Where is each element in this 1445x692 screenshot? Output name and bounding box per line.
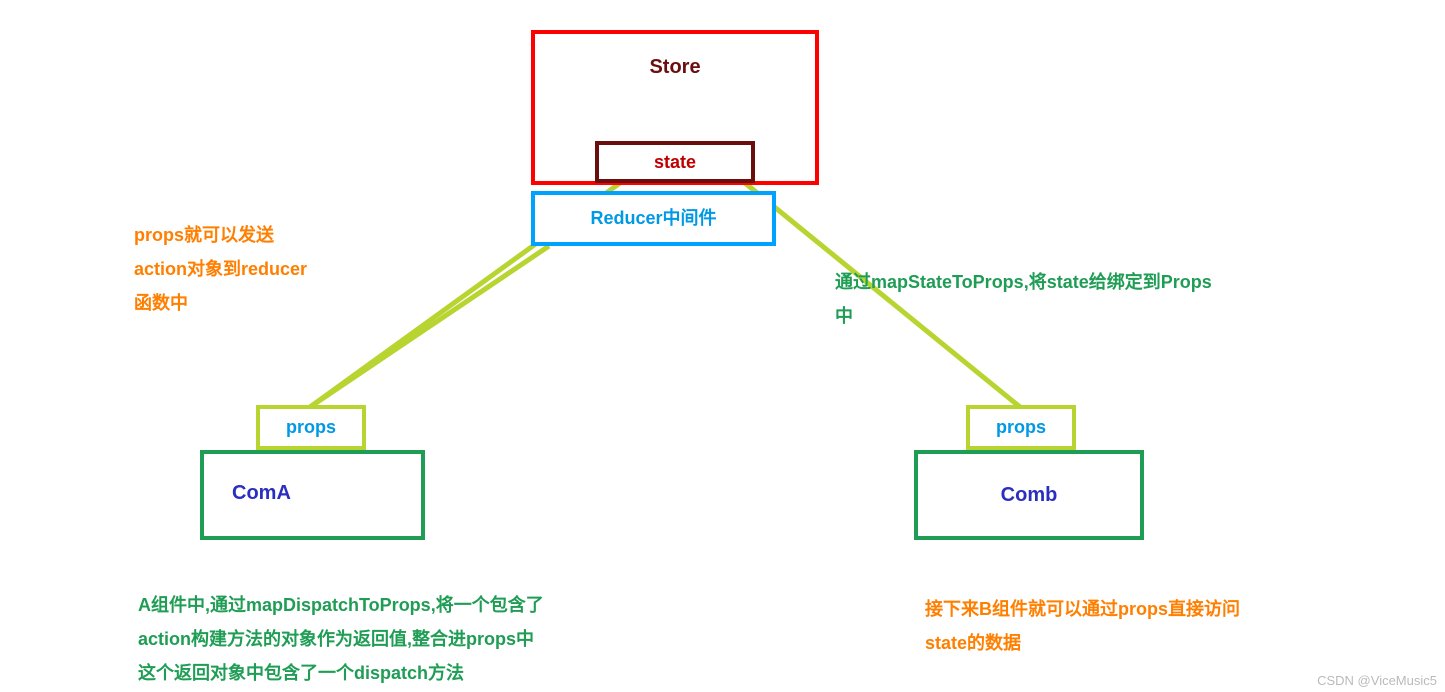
- annotation-left-orange-line1: props就可以发送: [134, 218, 394, 252]
- annotation-left-orange-line3: 函数中: [134, 286, 394, 320]
- props-box-b: props: [966, 405, 1076, 450]
- annotation-right-green-line1: 通过mapStateToProps,将state给绑定到Props: [835, 265, 1365, 299]
- store-title: Store: [535, 56, 815, 79]
- store-box: Store state: [531, 30, 819, 185]
- annotation-left-orange: props就可以发送 action对象到reducer 函数中: [134, 218, 394, 320]
- diagram-canvas: Store state Reducer中间件 props ComA props …: [0, 0, 1445, 692]
- comA-box: ComA: [200, 450, 425, 540]
- comB-label: Comb: [918, 454, 1140, 536]
- annotation-bottom-green-line2: action构建方法的对象作为返回值,整合进props中: [138, 622, 658, 656]
- annotation-bottom-green-line1: A组件中,通过mapDispatchToProps,将一个包含了: [138, 588, 658, 622]
- state-box: state: [595, 141, 755, 183]
- props-box-a: props: [256, 405, 366, 450]
- props-b-label: props: [970, 409, 1072, 446]
- annotation-bottom-orange: 接下来B组件就可以通过props直接访问 state的数据: [925, 592, 1345, 660]
- annotation-bottom-orange-line2: state的数据: [925, 626, 1345, 660]
- annotation-bottom-orange-line1: 接下来B组件就可以通过props直接访问: [925, 592, 1345, 626]
- reducer-box: Reducer中间件: [531, 191, 776, 246]
- annotation-left-orange-line2: action对象到reducer: [134, 252, 394, 286]
- watermark: CSDN @ViceMusic5: [1317, 673, 1437, 688]
- comA-label: ComA: [232, 482, 421, 505]
- annotation-bottom-green: A组件中,通过mapDispatchToProps,将一个包含了 action构…: [138, 588, 658, 690]
- annotation-bottom-green-line3: 这个返回对象中包含了一个dispatch方法: [138, 656, 658, 690]
- annotation-right-green-line2: 中: [835, 299, 1365, 333]
- reducer-label: Reducer中间件: [535, 195, 772, 242]
- comB-box: Comb: [914, 450, 1144, 540]
- props-a-label: props: [260, 409, 362, 446]
- annotation-right-green: 通过mapStateToProps,将state给绑定到Props 中: [835, 265, 1365, 333]
